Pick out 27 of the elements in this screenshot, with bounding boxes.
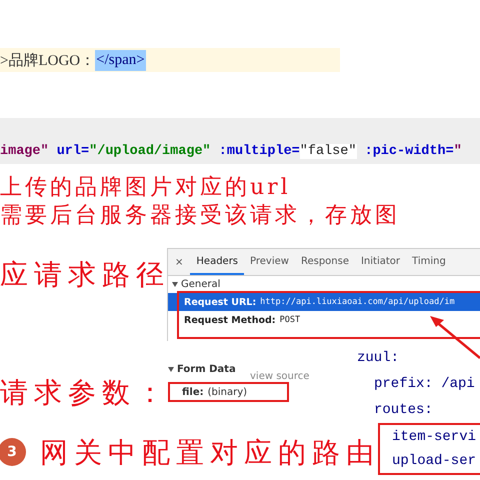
section-title: Form Data	[177, 364, 236, 375]
code-line: item-servi	[392, 429, 478, 445]
caret-icon[interactable]	[168, 367, 174, 372]
tab[interactable]: Timing	[406, 249, 452, 275]
html-text: >品牌LOGO：	[0, 52, 96, 70]
section-header[interactable]: General	[181, 279, 220, 290]
code-line: image" url="/upload/image" :multiple="false" :pic-width="	[0, 144, 462, 159]
annotation-text: 应请求路径	[0, 257, 170, 293]
code-line: routes:	[374, 402, 433, 418]
annotation-text: 上传的品牌图片对应的url	[0, 174, 291, 202]
tab[interactable]: Initiator	[354, 249, 406, 275]
caret-icon[interactable]	[172, 282, 178, 287]
selected-tag: </span>	[95, 50, 146, 70]
view-source-link[interactable]: view source	[250, 371, 310, 382]
header-row[interactable]: Request URL: http://api.liuxiaoai.com/api/upload/im	[168, 293, 480, 311]
tab[interactable]: Preview	[244, 249, 295, 275]
step-text: 网关中配置对应的路由	[40, 435, 380, 471]
code-line: zuul:	[357, 350, 400, 366]
annotation-text: 需要后台服务器接受该请求，存放图	[0, 202, 400, 230]
tab[interactable]: Response	[294, 249, 355, 275]
annotation-text: 请求参数：	[0, 375, 170, 411]
form-field-row: file: (binary)	[168, 382, 289, 402]
step-badge: 3	[0, 438, 26, 466]
code-line: upload-ser	[392, 453, 478, 469]
tab[interactable]: Headers	[190, 249, 244, 275]
close-button[interactable]: ×	[168, 249, 190, 275]
code-line: prefix: /api	[374, 376, 475, 392]
